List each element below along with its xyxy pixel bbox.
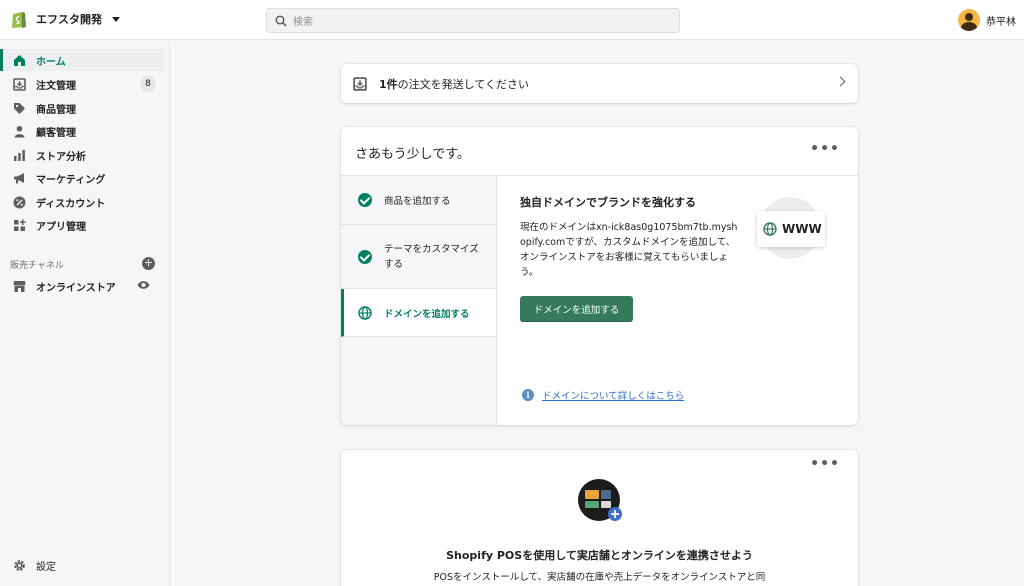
step-content: 独自ドメインでブランドを強化する 現在のドメインはxn-ick8as0g1075…: [520, 194, 740, 280]
step-add-product[interactable]: 商品を追加する: [341, 176, 496, 225]
add-channel-icon[interactable]: +: [142, 257, 155, 270]
sidebar-item-label: アプリ管理: [36, 221, 86, 233]
sidebar-item-home[interactable]: ホーム: [0, 49, 164, 71]
step-label: 商品を追加する: [384, 196, 451, 207]
sidebar-item-analytics[interactable]: ストア分析: [0, 144, 164, 166]
learn-more-text[interactable]: ドメインについて詳しくはこちら: [542, 388, 684, 402]
sidebar-item-label: ホーム: [36, 56, 66, 68]
step-label: ドメインを追加する: [384, 308, 470, 320]
sidebar-item-customers[interactable]: 顧客管理: [0, 120, 164, 142]
sales-channels-label: 販売チャネル: [10, 261, 64, 271]
sidebar-item-marketing[interactable]: マーケティング: [0, 167, 164, 189]
order-message: の注文を発送してください: [397, 77, 529, 91]
info-icon: i: [522, 389, 534, 401]
sidebar-item-orders[interactable]: 注文管理 8: [0, 73, 164, 95]
home-icon: [12, 53, 26, 67]
pos-promo-card: ••• Shopify POSを使用して実店舗とオンラインを連携させよう POS…: [341, 450, 858, 586]
setup-steps: 商品を追加する テーマをカスタマイズする ドメインを追加する: [341, 176, 497, 425]
user-name: 恭平林: [986, 16, 1016, 28]
sidebar-item-label: オンラインストア: [36, 282, 116, 294]
sidebar-item-products[interactable]: 商品管理: [0, 97, 164, 119]
sidebar-item-label: 設定: [36, 561, 56, 573]
order-banner-text: 1件の注文を発送してください: [379, 76, 529, 92]
sidebar-item-apps[interactable]: アプリ管理: [0, 214, 164, 236]
pos-illustration-icon: [578, 479, 622, 521]
step-customize-theme[interactable]: テーマをカスタマイズする: [341, 225, 496, 289]
bar-chart-icon: [12, 148, 26, 162]
tag-icon: [12, 101, 26, 115]
learn-more-link[interactable]: i ドメインについて詳しくはこちら: [522, 388, 684, 402]
gear-icon: [12, 558, 26, 572]
setup-guide-card: さあもう少しです。 ••• 商品を追加する テーマをカスタマイズする ドメインを…: [341, 127, 858, 425]
checkmark-icon: [358, 193, 372, 207]
globe-icon: [763, 222, 777, 236]
sidebar: ホーム 注文管理 8 商品管理 顧客管理 ストア分析 マーケティング ディスカウ…: [0, 41, 170, 586]
www-badge: WWW: [757, 211, 825, 247]
setup-title: さあもう少しです。: [355, 147, 470, 162]
orders-icon: [12, 77, 26, 91]
checkmark-icon: [358, 249, 372, 264]
top-bar: エフスタ開発 検索 恭平林: [0, 0, 1024, 40]
store-switcher[interactable]: エフスタ開発: [10, 9, 120, 29]
orders-count-badge: 8: [140, 76, 156, 92]
globe-icon: [358, 305, 372, 320]
step-label: テーマをカスタマイズする: [384, 243, 479, 270]
content-description: 現在のドメインはxn-ick8as0g1075bm7tb.myshopify.c…: [520, 222, 738, 278]
sidebar-item-label: 商品管理: [36, 104, 76, 116]
pos-title: Shopify POSを使用して実店舗とオンラインを連携させよう: [446, 549, 753, 562]
discount-icon: [12, 195, 26, 209]
person-icon: [12, 124, 26, 138]
step-add-domain[interactable]: ドメインを追加する: [341, 289, 496, 337]
chevron-down-icon: [112, 16, 120, 22]
sidebar-item-label: 顧客管理: [36, 127, 76, 139]
eye-icon[interactable]: [137, 280, 150, 290]
sidebar-item-discounts[interactable]: ディスカウント: [0, 191, 164, 213]
shopify-logo-icon: [12, 12, 26, 28]
megaphone-icon: [12, 171, 26, 185]
search-icon: [275, 14, 287, 27]
content-title: 独自ドメインでブランドを強化する: [520, 196, 696, 209]
orders-to-fulfill-banner[interactable]: 1件の注文を発送してください: [341, 64, 858, 103]
sidebar-item-label: ディスカウント: [36, 198, 106, 210]
user-menu[interactable]: 恭平林: [958, 9, 1016, 31]
more-actions-icon[interactable]: •••: [810, 456, 840, 472]
sidebar-item-label: 注文管理: [36, 80, 76, 92]
sidebar-item-settings[interactable]: 設定: [0, 554, 164, 576]
search-placeholder: 検索: [293, 17, 313, 28]
store-icon: [12, 279, 26, 293]
fulfill-icon: [353, 76, 367, 91]
store-name: エフスタ開発: [36, 13, 102, 26]
order-count: 1件: [379, 77, 398, 91]
pos-description: POSをインストールして、実店舗の在庫や売上データをオンラインストアと同: [433, 572, 766, 583]
sidebar-item-online-store[interactable]: オンラインストア: [0, 275, 164, 297]
add-domain-button[interactable]: ドメインを追加する: [520, 296, 633, 322]
www-text: WWW: [782, 222, 822, 236]
avatar: [958, 9, 980, 31]
sidebar-item-label: ストア分析: [36, 151, 86, 163]
search-input[interactable]: 検索: [266, 8, 680, 33]
more-actions-icon[interactable]: •••: [810, 141, 840, 157]
chevron-right-icon: [835, 76, 846, 87]
sidebar-item-label: マーケティング: [36, 174, 106, 186]
apps-icon: [12, 218, 26, 232]
